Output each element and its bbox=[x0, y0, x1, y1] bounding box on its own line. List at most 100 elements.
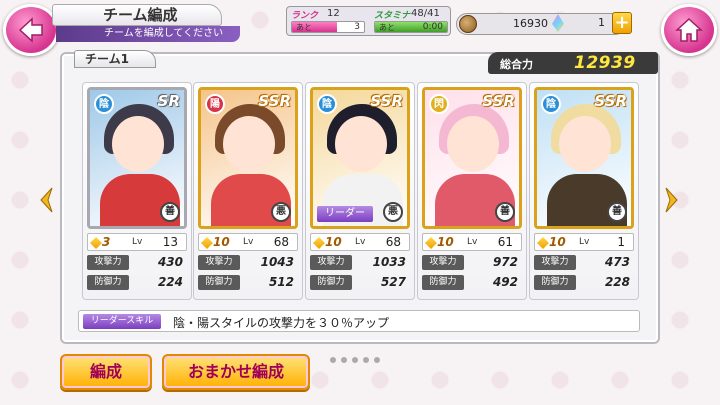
attack-label: 攻撃力 bbox=[422, 255, 464, 270]
limit-break-icon bbox=[425, 237, 437, 249]
total-power-box: 総合力 12939 bbox=[488, 52, 658, 74]
attribute-badge: 陰 bbox=[541, 94, 561, 114]
alignment-badge: 悪 bbox=[271, 202, 291, 222]
team-card-slot[interactable]: SR 陰 善 3 Lv 13 攻撃力 430 防御力 224 bbox=[82, 82, 192, 300]
defense-row: 防御力 492 bbox=[422, 275, 522, 291]
rank-label: ランク bbox=[291, 11, 319, 21]
defense-value: 527 bbox=[380, 275, 406, 289]
level-row: 10 Lv 68 bbox=[310, 233, 410, 251]
level-label: Lv bbox=[132, 237, 143, 247]
limit-break-value: 3 bbox=[102, 235, 111, 249]
team-card-slot[interactable]: SSR 閃 善 10 Lv 61 攻撃力 972 防御力 492 bbox=[417, 82, 527, 300]
limit-break-value: 10 bbox=[213, 235, 230, 249]
defense-value: 224 bbox=[157, 275, 183, 289]
limit-break-value: 10 bbox=[549, 235, 566, 249]
rank-exp-bar: あと 3 bbox=[291, 21, 365, 33]
card-art[interactable]: SSR 陰 悪 リーダー bbox=[310, 87, 410, 229]
leader-skill-text: 陰・陽スタイルの攻撃力を３０％アップ bbox=[173, 316, 390, 330]
card-art[interactable]: SSR 閃 善 bbox=[422, 87, 522, 229]
defense-label: 防御力 bbox=[422, 275, 464, 290]
alignment-badge: 善 bbox=[160, 202, 180, 222]
defense-value: 492 bbox=[492, 275, 518, 289]
attack-row: 攻撃力 1043 bbox=[198, 255, 298, 271]
attribute-badge: 陰 bbox=[317, 94, 337, 114]
home-button[interactable] bbox=[661, 4, 717, 56]
coin-icon bbox=[459, 15, 477, 33]
defense-row: 防御力 228 bbox=[534, 275, 634, 291]
limit-break-icon bbox=[201, 237, 213, 249]
defense-value: 228 bbox=[604, 275, 630, 289]
rank-next-value: 3 bbox=[354, 22, 360, 32]
defense-label: 防御力 bbox=[310, 275, 352, 290]
chevron-left-icon[interactable] bbox=[38, 186, 54, 214]
level-value: 68 bbox=[273, 235, 289, 249]
page-dot bbox=[352, 357, 358, 363]
attack-value: 972 bbox=[492, 255, 518, 269]
defense-value: 512 bbox=[268, 275, 294, 289]
level-value: 68 bbox=[385, 235, 401, 249]
page-dot bbox=[374, 357, 380, 363]
defense-row: 防御力 512 bbox=[198, 275, 298, 291]
rank-next-label: あと bbox=[296, 23, 312, 32]
card-character-face bbox=[223, 116, 275, 172]
limit-break-icon bbox=[537, 237, 549, 249]
level-value: 61 bbox=[497, 235, 513, 249]
stamina-next-value: 0:00 bbox=[422, 22, 443, 32]
card-character-face bbox=[335, 116, 387, 172]
formation-button[interactable]: 編成 bbox=[60, 354, 152, 390]
level-value: 1 bbox=[617, 235, 625, 249]
chevron-right-icon[interactable] bbox=[664, 186, 680, 214]
page-dot bbox=[363, 357, 369, 363]
defense-row: 防御力 224 bbox=[87, 275, 187, 291]
attack-value: 1043 bbox=[260, 255, 294, 269]
card-character-face bbox=[559, 116, 611, 172]
team-card-slot[interactable]: SSR 陰 悪 リーダー 10 Lv 68 攻撃力 1033 防御力 527 bbox=[305, 82, 415, 300]
leader-tag: リーダー bbox=[317, 206, 373, 222]
level-value: 13 bbox=[162, 235, 178, 249]
page-dot bbox=[330, 357, 336, 363]
team-card-slot[interactable]: SSR 陽 悪 10 Lv 68 攻撃力 1043 防御力 512 bbox=[193, 82, 303, 300]
back-button[interactable] bbox=[3, 4, 59, 56]
rarity-badge: SR bbox=[157, 92, 180, 110]
auto-formation-button[interactable]: おまかせ編成 bbox=[162, 354, 310, 390]
rarity-badge: SSR bbox=[370, 92, 403, 110]
attack-label: 攻撃力 bbox=[534, 255, 576, 270]
level-row: 3 Lv 13 bbox=[87, 233, 187, 251]
stamina-label: スタミナ bbox=[374, 11, 411, 21]
card-art[interactable]: SR 陰 善 bbox=[87, 87, 187, 229]
attack-row: 攻撃力 430 bbox=[87, 255, 187, 271]
total-power-label: 総合力 bbox=[500, 58, 533, 71]
home-icon bbox=[675, 17, 703, 42]
leader-skill-label: リーダースキル bbox=[83, 314, 161, 329]
level-label: Lv bbox=[579, 237, 590, 247]
level-label: Lv bbox=[243, 237, 254, 247]
page-indicator bbox=[330, 348, 390, 363]
limit-break-value: 10 bbox=[437, 235, 454, 249]
screen-title-box: チーム編成 チームを編成してください bbox=[52, 4, 240, 42]
stamina-bar: あと 0:00 bbox=[374, 21, 448, 33]
stamina-next-label: あと bbox=[379, 23, 395, 32]
rank-value: 12 bbox=[327, 8, 340, 19]
alignment-badge: 善 bbox=[495, 202, 515, 222]
page-subtitle: チームを編成してください bbox=[56, 26, 240, 42]
attack-label: 攻撃力 bbox=[198, 255, 240, 270]
buy-gems-button[interactable]: + bbox=[612, 12, 632, 34]
page-title: チーム編成 bbox=[52, 4, 222, 26]
attribute-badge: 閃 bbox=[429, 94, 449, 114]
attack-value: 430 bbox=[157, 255, 183, 269]
leader-skill-bar: リーダースキル 陰・陽スタイルの攻撃力を３０％アップ bbox=[78, 310, 640, 332]
stamina-value: 48/41 bbox=[411, 8, 440, 19]
attack-value: 473 bbox=[604, 255, 630, 269]
attack-row: 攻撃力 972 bbox=[422, 255, 522, 271]
team-name-tab: チーム1 bbox=[74, 50, 156, 68]
limit-break-value: 10 bbox=[325, 235, 342, 249]
coin-count: 16930 bbox=[513, 17, 548, 30]
attack-label: 攻撃力 bbox=[310, 255, 352, 270]
card-art[interactable]: SSR 陽 悪 bbox=[198, 87, 298, 229]
level-row: 10 Lv 61 bbox=[422, 233, 522, 251]
card-art[interactable]: SSR 陰 善 bbox=[534, 87, 634, 229]
team-card-slot[interactable]: SSR 陰 善 10 Lv 1 攻撃力 473 防御力 228 bbox=[529, 82, 639, 300]
attribute-badge: 陽 bbox=[205, 94, 225, 114]
player-status: ランク 12 スタミナ 48/41 あと 3 あと 0:00 bbox=[286, 6, 451, 36]
card-character-face bbox=[112, 116, 164, 172]
